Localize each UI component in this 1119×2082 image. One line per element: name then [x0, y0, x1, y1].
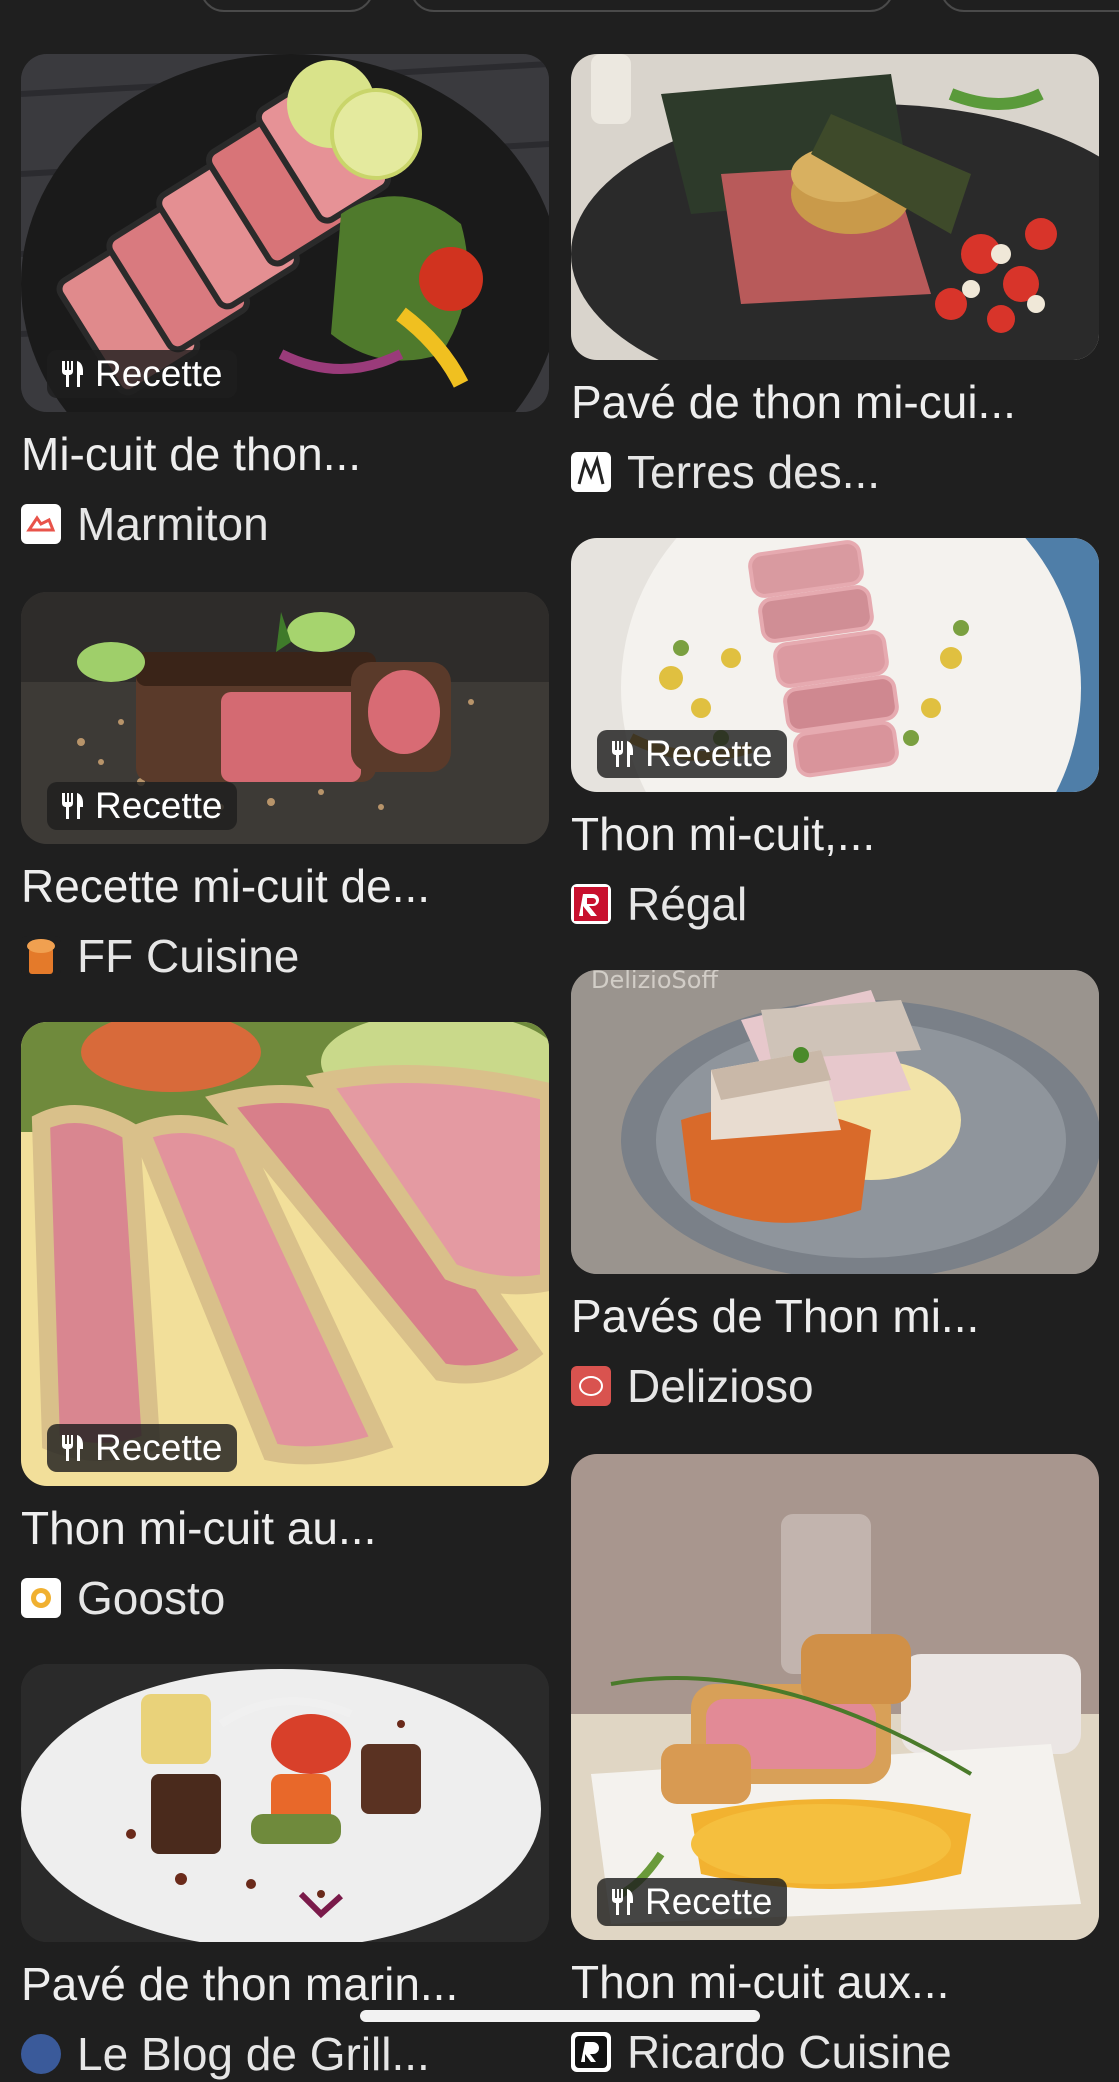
- result-title[interactable]: Thon mi-cuit au...: [21, 1498, 549, 1558]
- ff-cuisine-logo-icon: [21, 936, 61, 976]
- result-card[interactable]: Recette Recette mi-cuit de... FF Cuisine: [21, 592, 549, 984]
- result-card[interactable]: Recette Thon mi-cuit aux... Ricardo Cuis…: [571, 1454, 1099, 2080]
- recipe-badge: Recette: [47, 1424, 237, 1472]
- fork-knife-icon: [62, 793, 83, 819]
- result-source[interactable]: Régal: [571, 876, 1099, 932]
- fork-knife-icon: [612, 741, 633, 767]
- result-title[interactable]: Pavé de thon marin...: [21, 1954, 549, 2014]
- goosto-logo-icon: [21, 1578, 61, 1618]
- watermark: DelizioSoff: [591, 970, 718, 994]
- source-name: Marmiton: [77, 498, 269, 550]
- result-card[interactable]: Pavé de thon mi-cui... Terres des...: [571, 54, 1099, 500]
- regal-logo-icon: [571, 884, 611, 924]
- home-indicator[interactable]: [360, 2010, 760, 2022]
- source-name: Goosto: [77, 1572, 226, 1624]
- result-image[interactable]: Recette: [571, 1454, 1099, 1940]
- result-card[interactable]: DelizioSoff Pavés de Thon mi... Delizios…: [571, 970, 1099, 1414]
- filter-chip[interactable]: [410, 0, 894, 12]
- result-title[interactable]: Pavé de thon mi-cui...: [571, 372, 1099, 432]
- result-title[interactable]: Mi-cuit de thon...: [21, 424, 549, 484]
- result-card[interactable]: Recette Thon mi-cuit,... Régal: [571, 538, 1099, 932]
- grill-blog-logo-icon: [21, 2034, 61, 2074]
- result-title[interactable]: Thon mi-cuit,...: [571, 804, 1099, 864]
- marmiton-logo-icon: [21, 504, 61, 544]
- source-name: Ricardo Cuisine: [627, 2026, 952, 2078]
- result-image[interactable]: DelizioSoff: [571, 970, 1099, 1274]
- source-name: Régal: [627, 878, 748, 930]
- result-source[interactable]: Ricardo Cuisine: [571, 2024, 1099, 2080]
- source-name: Le Blog de Grill...: [77, 2028, 430, 2080]
- filter-chip[interactable]: [940, 0, 1119, 12]
- result-title[interactable]: Pavés de Thon mi...: [571, 1286, 1099, 1346]
- filter-chip[interactable]: [200, 0, 374, 12]
- source-name: Terres des...: [627, 446, 881, 498]
- result-image[interactable]: Recette: [21, 54, 549, 412]
- result-title[interactable]: Recette mi-cuit de...: [21, 856, 549, 916]
- badge-label: Recette: [95, 1427, 223, 1468]
- result-source[interactable]: Goosto: [21, 1570, 549, 1626]
- ricardo-logo-icon: [571, 2032, 611, 2072]
- result-image[interactable]: [21, 1664, 549, 1942]
- result-source[interactable]: Terres des...: [571, 444, 1099, 500]
- recipe-badge: Recette: [47, 782, 237, 830]
- result-image[interactable]: Recette: [21, 592, 549, 844]
- source-name: FF Cuisine: [77, 930, 300, 982]
- badge-label: Recette: [95, 353, 223, 394]
- result-source[interactable]: Marmiton: [21, 496, 549, 552]
- recipe-badge: Recette: [597, 1878, 787, 1926]
- result-source[interactable]: FF Cuisine: [21, 928, 549, 984]
- result-image[interactable]: Recette: [21, 1022, 549, 1486]
- result-card[interactable]: Recette Mi-cuit de thon... Marmiton: [21, 54, 549, 552]
- result-source[interactable]: Le Blog de Grill...: [21, 2026, 549, 2082]
- fork-knife-icon: [612, 1889, 633, 1915]
- recipe-badge: Recette: [47, 350, 237, 398]
- result-image[interactable]: Recette: [571, 538, 1099, 792]
- badge-label: Recette: [95, 785, 223, 826]
- fork-knife-icon: [62, 1435, 83, 1461]
- delizioso-logo-icon: [571, 1366, 611, 1406]
- result-card[interactable]: Recette Thon mi-cuit au... Goosto: [21, 1022, 549, 1626]
- recipe-badge: Recette: [597, 730, 787, 778]
- result-source[interactable]: Delizioso: [571, 1358, 1099, 1414]
- badge-label: Recette: [645, 1881, 773, 1922]
- badge-label: Recette: [645, 733, 773, 774]
- source-name: Delizioso: [627, 1360, 814, 1412]
- result-image[interactable]: [571, 54, 1099, 360]
- result-title[interactable]: Thon mi-cuit aux...: [571, 1952, 1099, 2012]
- fork-knife-icon: [62, 361, 83, 387]
- terres-des-logo-icon: [571, 452, 611, 492]
